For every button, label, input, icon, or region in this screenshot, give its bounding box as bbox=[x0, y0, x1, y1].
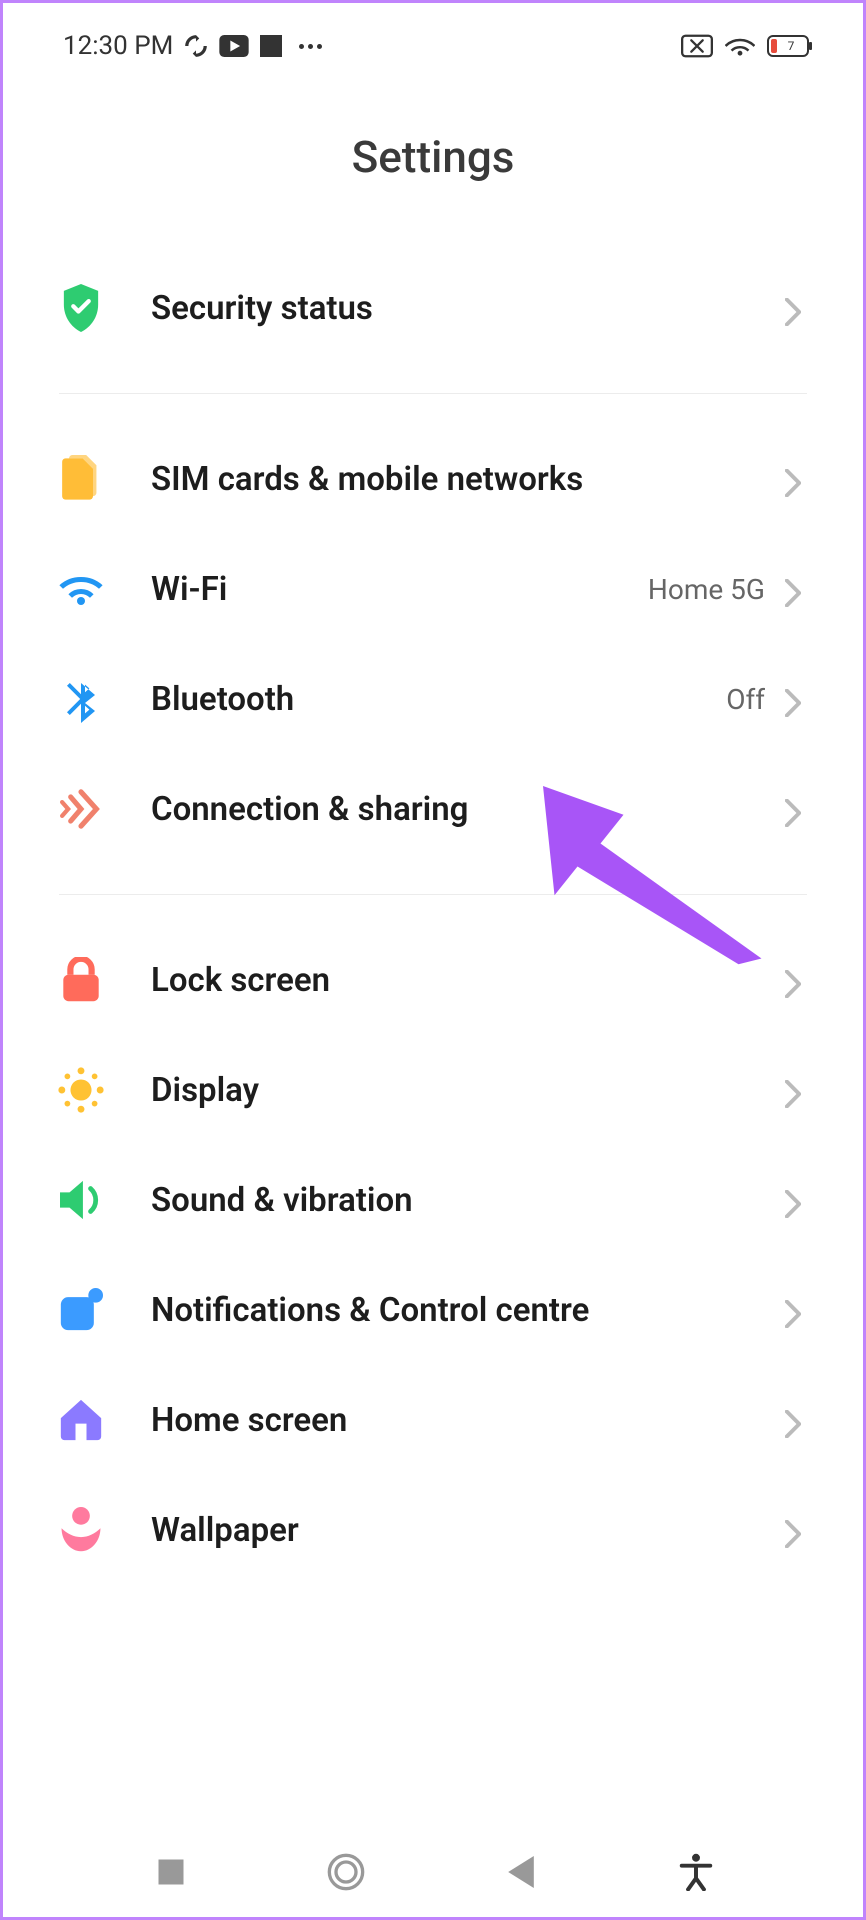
navigation-bar bbox=[3, 1827, 863, 1917]
flower-icon bbox=[57, 1506, 105, 1554]
chevron-right-icon bbox=[785, 1300, 805, 1320]
chevron-right-icon bbox=[785, 1080, 805, 1100]
wifi-icon bbox=[57, 565, 105, 613]
settings-item-wallpaper[interactable]: Wallpaper bbox=[31, 1475, 835, 1585]
wifi-icon bbox=[725, 34, 755, 58]
battery-icon: 7 bbox=[767, 35, 813, 57]
item-value: Home 5G bbox=[648, 573, 765, 606]
item-label: Bluetooth bbox=[151, 680, 726, 719]
status-bar: 12:30 PM 7 bbox=[3, 3, 863, 81]
square-icon bbox=[259, 34, 283, 58]
item-value: Off bbox=[726, 683, 765, 716]
item-label: Security status bbox=[151, 289, 785, 328]
settings-item-wifi[interactable]: Wi-Fi Home 5G bbox=[31, 534, 835, 644]
divider bbox=[59, 393, 807, 394]
status-left: 12:30 PM bbox=[63, 31, 322, 61]
item-label: Display bbox=[151, 1071, 785, 1110]
more-notifications-icon bbox=[299, 44, 322, 49]
youtube-icon bbox=[219, 35, 249, 57]
chevron-right-icon bbox=[785, 799, 805, 819]
chevron-right-icon bbox=[785, 1520, 805, 1540]
item-label: Sound & vibration bbox=[151, 1181, 785, 1220]
notifications-icon bbox=[57, 1286, 105, 1334]
settings-item-lock-screen[interactable]: Lock screen bbox=[31, 925, 835, 1035]
settings-item-notifications[interactable]: Notifications & Control centre bbox=[31, 1255, 835, 1365]
nav-home-icon[interactable] bbox=[324, 1850, 368, 1894]
item-label: Connection & sharing bbox=[151, 790, 785, 829]
sync-icon bbox=[183, 33, 209, 59]
settings-list: Security status SIM cards & mobile netwo… bbox=[3, 253, 863, 1585]
status-right: 7 bbox=[681, 34, 813, 58]
time: 12:30 PM bbox=[63, 31, 173, 61]
settings-item-security-status[interactable]: Security status bbox=[31, 253, 835, 363]
item-label: Lock screen bbox=[151, 961, 785, 1000]
svg-text:7: 7 bbox=[788, 39, 795, 53]
chevron-right-icon bbox=[785, 469, 805, 489]
divider bbox=[59, 894, 807, 895]
item-label: Home screen bbox=[151, 1401, 785, 1440]
chevron-right-icon bbox=[785, 1190, 805, 1210]
settings-item-bluetooth[interactable]: Bluetooth Off bbox=[31, 644, 835, 754]
lock-icon bbox=[57, 956, 105, 1004]
nav-back-icon[interactable] bbox=[499, 1850, 543, 1894]
connection-sharing-icon bbox=[57, 785, 105, 833]
sun-icon bbox=[57, 1066, 105, 1114]
item-label: Wallpaper bbox=[151, 1511, 785, 1550]
item-label: Notifications & Control centre bbox=[151, 1291, 785, 1330]
home-icon bbox=[57, 1396, 105, 1444]
item-label: SIM cards & mobile networks bbox=[151, 460, 785, 499]
item-label: Wi-Fi bbox=[151, 570, 648, 609]
chevron-right-icon bbox=[785, 689, 805, 709]
settings-item-home-screen[interactable]: Home screen bbox=[31, 1365, 835, 1475]
page-title: Settings bbox=[3, 131, 863, 183]
settings-item-sim-cards[interactable]: SIM cards & mobile networks bbox=[31, 424, 835, 534]
settings-item-sound-vibration[interactable]: Sound & vibration bbox=[31, 1145, 835, 1255]
nav-recent-icon[interactable] bbox=[149, 1850, 193, 1894]
bluetooth-icon bbox=[57, 675, 105, 723]
chevron-right-icon bbox=[785, 970, 805, 990]
shield-check-icon bbox=[57, 284, 105, 332]
settings-item-connection-sharing[interactable]: Connection & sharing bbox=[31, 754, 835, 864]
speaker-icon bbox=[57, 1176, 105, 1224]
chevron-right-icon bbox=[785, 579, 805, 599]
sim-card-icon bbox=[57, 455, 105, 503]
chevron-right-icon bbox=[785, 298, 805, 318]
settings-item-display[interactable]: Display bbox=[31, 1035, 835, 1145]
chevron-right-icon bbox=[785, 1410, 805, 1430]
nav-accessibility-icon[interactable] bbox=[674, 1850, 718, 1894]
sim-disabled-icon bbox=[681, 34, 713, 58]
